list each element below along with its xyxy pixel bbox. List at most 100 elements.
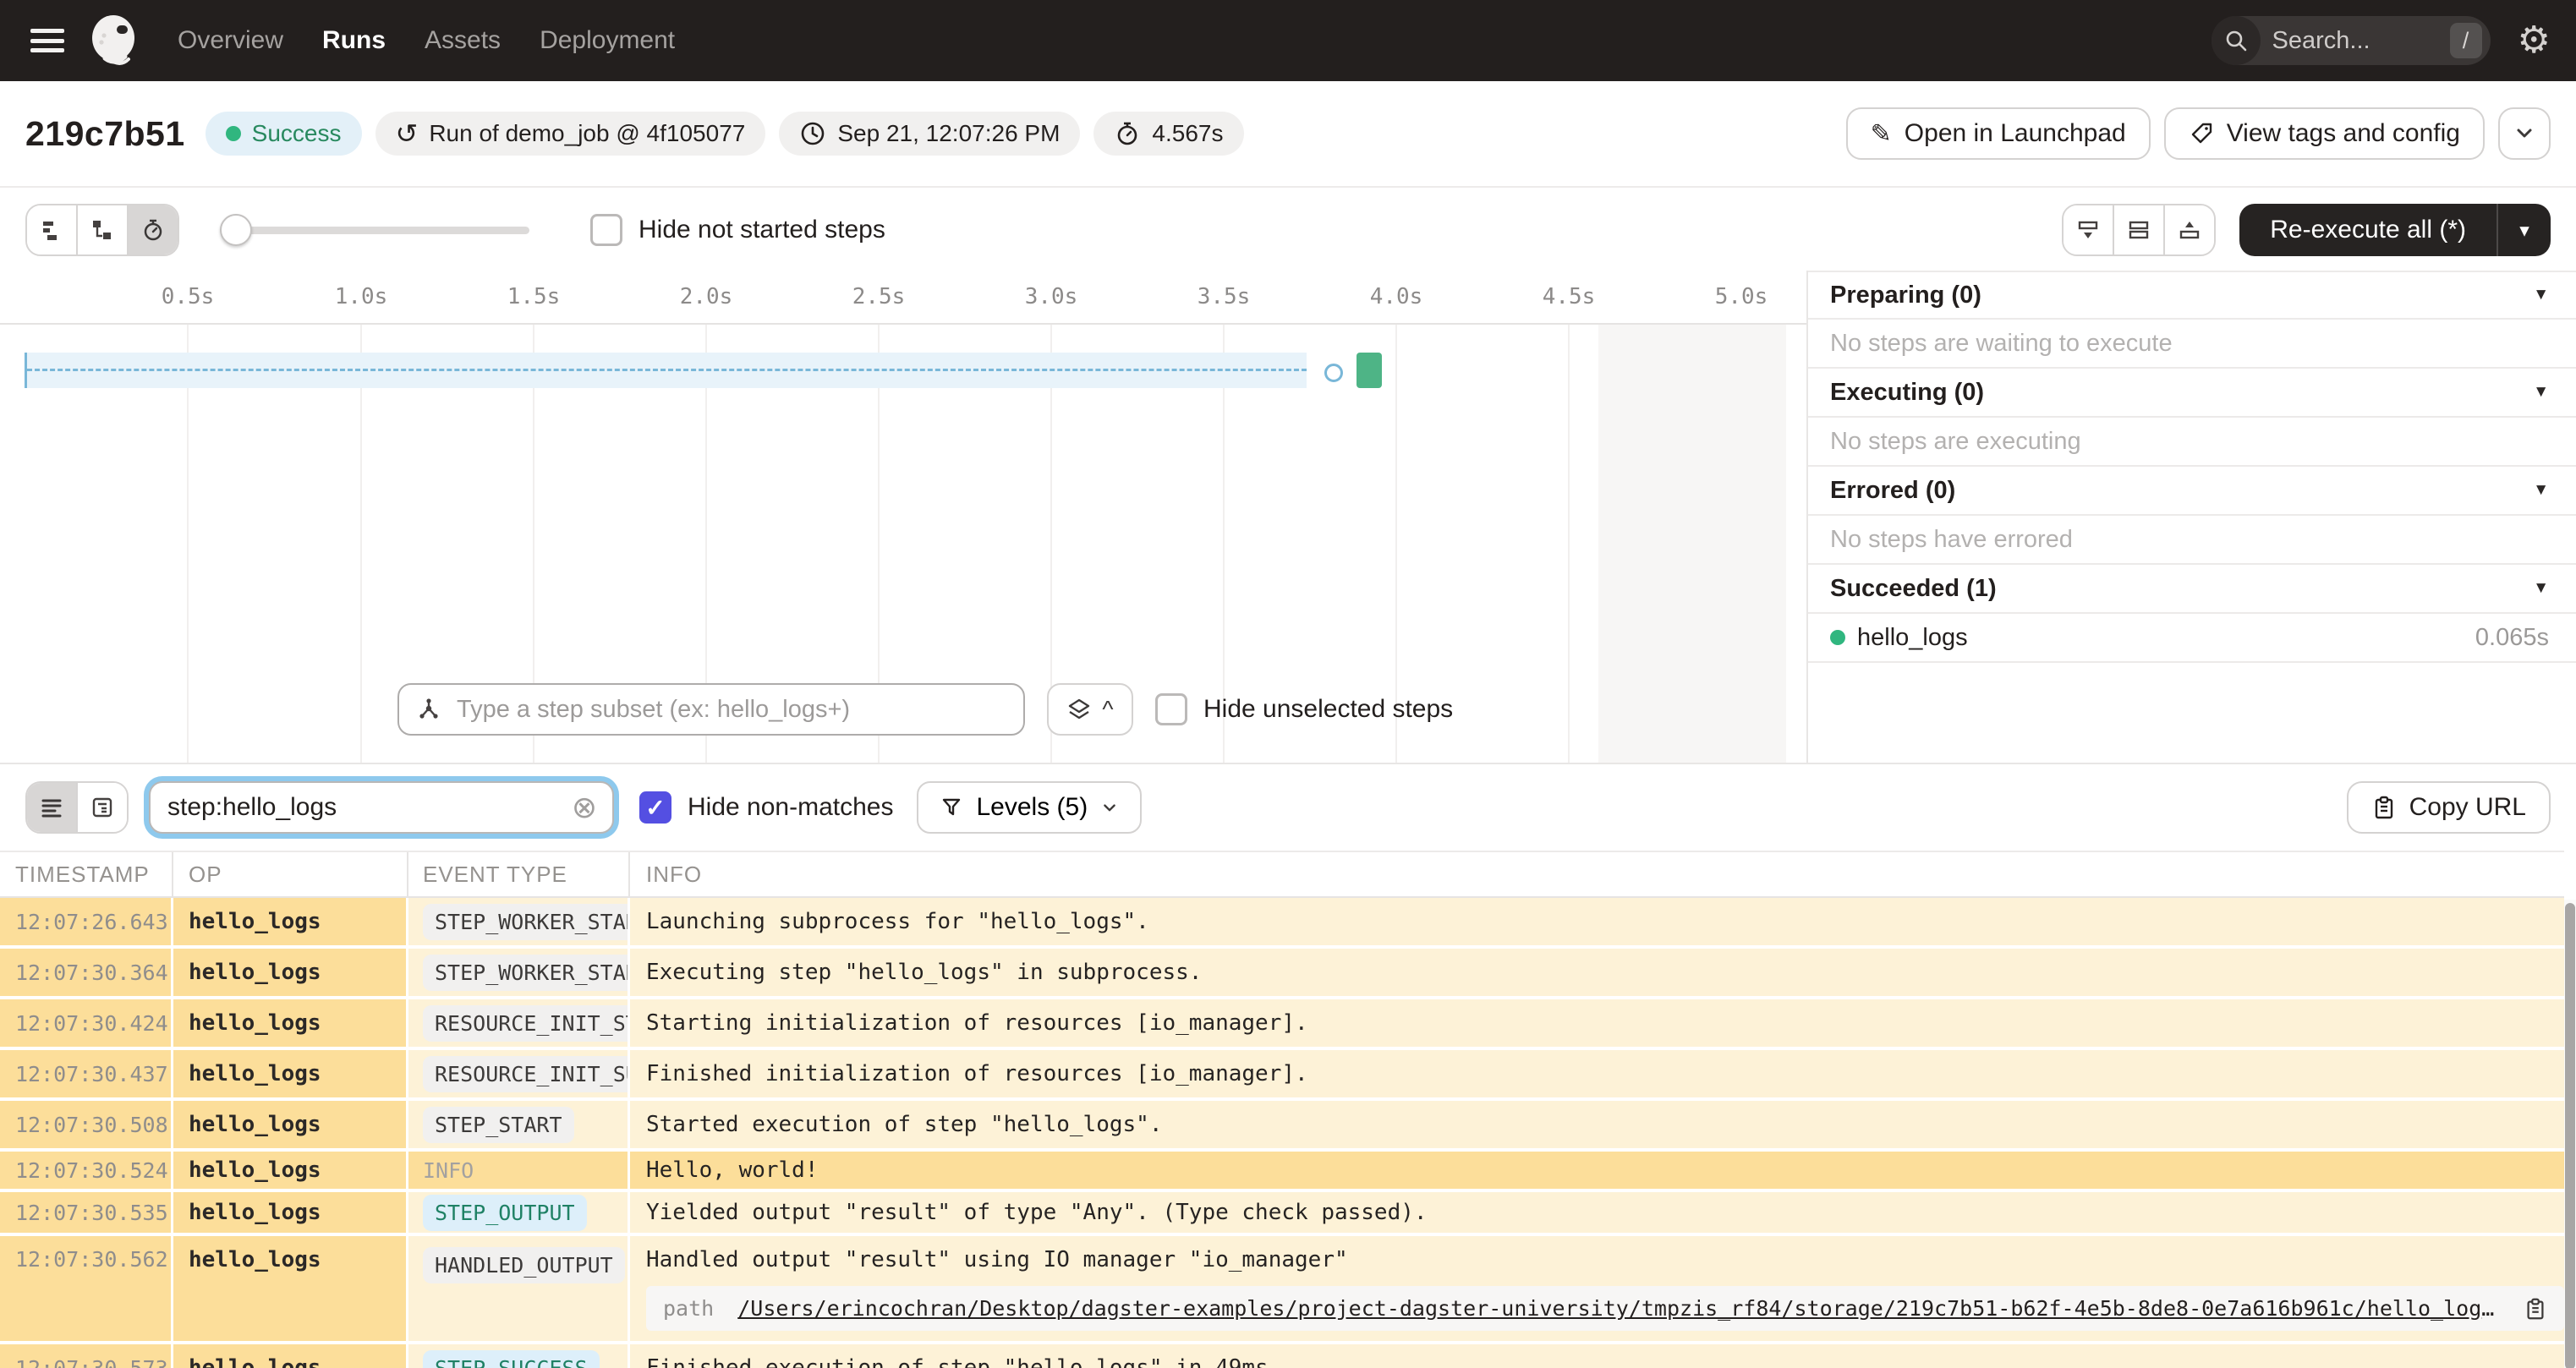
step-subset-input[interactable]	[455, 694, 1006, 725]
hide-not-started-control: Hide not started steps	[590, 214, 885, 246]
panel-section-errored[interactable]: Errored (0) ▼	[1808, 467, 2576, 516]
gantt-toolbar: Hide not started steps Re-execute all (*…	[0, 189, 2576, 271]
col-event-type: EVENT TYPE	[408, 852, 630, 896]
levels-dropdown-button[interactable]: Levels (5)	[917, 781, 1143, 834]
log-raw-view-button[interactable]	[78, 783, 127, 832]
caret-down-icon[interactable]: ▼	[2533, 579, 2549, 598]
log-scrollbar-thumb[interactable]	[2565, 903, 2575, 1368]
succeeded-step-row[interactable]: hello_logs 0.065s	[1808, 614, 2576, 663]
log-row[interactable]: 12:07:30.573 hello_logs STEP_SUCCESS Fin…	[0, 1344, 2564, 1368]
event-type-tag: STEP_WORKER_STARTED	[423, 954, 628, 991]
global-search[interactable]: /	[2211, 16, 2491, 65]
gantt-waterfall-view-button[interactable]	[78, 205, 129, 254]
hamburger-menu-icon[interactable]	[30, 29, 64, 52]
output-path-box: path /Users/erincochran/Desktop/dagster-…	[646, 1286, 2564, 1331]
gantt-flat-view-button[interactable]	[27, 205, 78, 254]
axis-tick: 1.5s	[507, 284, 561, 309]
split-view-button[interactable]	[2114, 205, 2166, 254]
status-dot-icon	[225, 126, 241, 141]
step-status-panel: Preparing (0) ▼ No steps are waiting to e…	[1806, 271, 2576, 763]
hide-not-started-checkbox[interactable]	[590, 214, 622, 246]
log-row[interactable]: 12:07:30.508 hello_logs STEP_START Start…	[0, 1101, 2564, 1148]
log-row[interactable]: 12:07:30.437 hello_logs RESOURCE_INIT_SU…	[0, 1050, 2564, 1097]
copy-url-button[interactable]: Copy URL	[2346, 781, 2551, 834]
log-row[interactable]: 12:07:30.535 hello_logs STEP_OUTPUT Yiel…	[0, 1192, 2564, 1233]
log-table: TIMESTAMP OP EVENT TYPE INFO 12:07:26.64…	[0, 851, 2576, 1368]
clock-icon	[799, 120, 826, 147]
clear-filter-icon[interactable]: ⊗	[572, 792, 597, 823]
gear-icon[interactable]: ⚙	[2518, 22, 2551, 59]
caret-down-icon[interactable]: ▼	[2533, 286, 2549, 304]
output-path-link[interactable]: /Users/erincochran/Desktop/dagster-examp…	[737, 1296, 2500, 1321]
collapse-caret: ^	[1102, 696, 1114, 722]
log-row[interactable]: 12:07:30.364 hello_logs STEP_WORKER_STAR…	[0, 949, 2564, 996]
step-subset-input-wrap	[397, 683, 1025, 736]
view-tags-config-button[interactable]: View tags and config	[2163, 107, 2485, 160]
hide-non-matches-control: ✓ Hide non-matches	[639, 791, 893, 824]
slider-track[interactable]	[220, 227, 529, 234]
panel-section-preparing[interactable]: Preparing (0) ▼	[1808, 271, 2576, 320]
run-header: 219c7b51 Success ↺ Run of demo_job @ 4f1…	[0, 81, 2576, 188]
axis-tick: 2.5s	[852, 284, 906, 309]
reexecute-all-button[interactable]: Re-execute all (*)	[2239, 216, 2497, 244]
collapse-down-button[interactable]	[2064, 205, 2115, 254]
event-type-tag: STEP_OUTPUT	[423, 1194, 587, 1231]
hide-unselected-checkbox[interactable]	[1155, 693, 1187, 725]
run-actions-chevron-button[interactable]	[2498, 107, 2551, 160]
gantt-after-run-shade	[1598, 325, 1786, 763]
panel-section-executing[interactable]: Executing (0) ▼	[1808, 369, 2576, 418]
log-row[interactable]: 12:07:30.562 hello_logs HANDLED_OUTPUT H…	[0, 1236, 2564, 1341]
hide-unselected-label: Hide unselected steps	[1203, 695, 1454, 723]
axis-tick: 1.0s	[334, 284, 388, 309]
log-filter-input[interactable]	[166, 792, 572, 823]
step-layers-button[interactable]: ^	[1047, 683, 1133, 736]
gantt-step-bar-hello-logs[interactable]	[1357, 353, 1382, 388]
funnel-icon	[939, 795, 964, 820]
gantt-waiting-bar	[25, 353, 1307, 388]
axis-tick: 3.0s	[1024, 284, 1078, 309]
layers-icon	[1066, 697, 1092, 722]
status-badge: Success	[205, 112, 362, 156]
nav-runs[interactable]: Runs	[322, 26, 386, 55]
gantt-zoom-slider[interactable]	[220, 214, 529, 246]
reexecute-caret-button[interactable]: ▾	[2497, 204, 2551, 256]
gantt-timing-view-button[interactable]	[129, 205, 178, 254]
top-nav: Overview Runs Assets Deployment / ⚙	[0, 0, 2576, 81]
event-type-tag: STEP_WORKER_STARTI…	[423, 903, 628, 940]
hide-non-matches-label: Hide non-matches	[688, 793, 894, 821]
col-info: INFO	[646, 861, 703, 887]
event-type-tag: HANDLED_OUTPUT	[423, 1247, 625, 1283]
split-panel-segment	[2062, 204, 2217, 256]
log-level-label: INFO	[423, 1157, 474, 1183]
nav-links: Overview Runs Assets Deployment	[178, 26, 675, 55]
stopwatch-icon	[1114, 120, 1141, 147]
dagster-logo-icon[interactable]	[86, 13, 142, 68]
caret-down-icon[interactable]: ▼	[2533, 481, 2549, 500]
log-structured-view-button[interactable]	[27, 783, 78, 832]
chevron-down-icon	[1104, 804, 1115, 812]
history-icon: ↺	[395, 118, 419, 149]
log-view-segment	[25, 781, 129, 834]
gantt-view-segment	[25, 204, 179, 256]
log-toolbar: ⊗ ✓ Hide non-matches Levels (5) Copy URL	[0, 763, 2576, 851]
expand-up-button[interactable]	[2165, 205, 2215, 254]
panel-section-succeeded[interactable]: Succeeded (1) ▼	[1808, 565, 2576, 614]
nav-deployment[interactable]: Deployment	[540, 26, 675, 55]
open-in-launchpad-button[interactable]: ✎ Open in Launchpad	[1845, 107, 2151, 160]
hide-non-matches-checkbox[interactable]: ✓	[639, 791, 671, 824]
copy-path-icon[interactable]	[2524, 1297, 2547, 1321]
nav-overview[interactable]: Overview	[178, 26, 283, 55]
slider-thumb[interactable]	[220, 214, 252, 246]
run-timestamp-pill: Sep 21, 12:07:26 PM	[779, 112, 1081, 156]
nav-assets[interactable]: Assets	[425, 26, 501, 55]
log-row[interactable]: 12:07:26.643 hello_logs STEP_WORKER_STAR…	[0, 898, 2564, 945]
log-row[interactable]: 12:07:30.424 hello_logs RESOURCE_INIT_ST…	[0, 999, 2564, 1047]
event-type-tag: RESOURCE_INIT_STAR…	[423, 1004, 628, 1042]
run-of-pill[interactable]: ↺ Run of demo_job @ 4f105077	[375, 112, 766, 156]
search-input[interactable]	[2260, 26, 2450, 55]
log-row[interactable]: 12:07:30.524 hello_logs INFO Hello, worl…	[0, 1152, 2564, 1189]
search-icon	[2211, 16, 2261, 65]
caret-down-icon[interactable]: ▼	[2533, 383, 2549, 402]
axis-tick: 0.5s	[161, 284, 215, 309]
run-header-actions: ✎ Open in Launchpad View tags and config	[1845, 107, 2551, 160]
